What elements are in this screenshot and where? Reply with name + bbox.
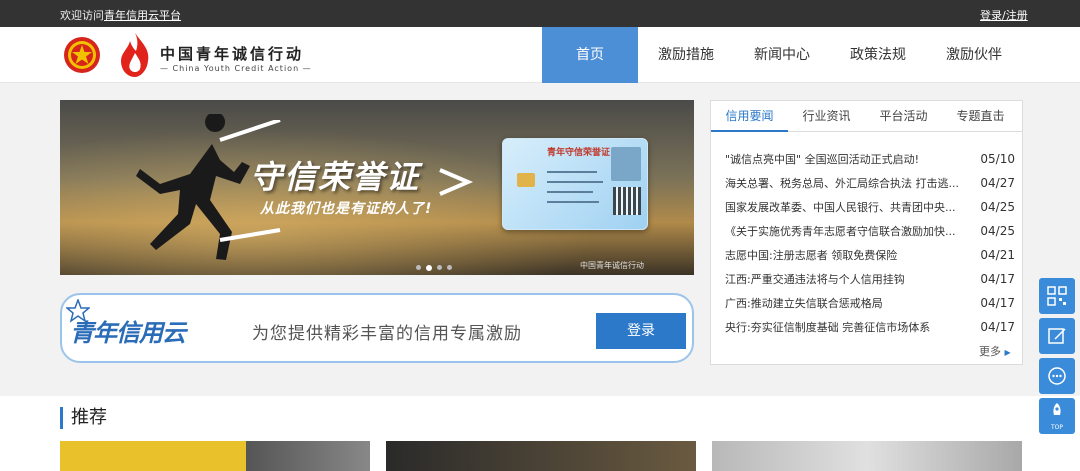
banner-subtitle: 从此我们也是有证的人了! — [260, 201, 433, 217]
list-item[interactable]: 广西:推动建立失信联合惩戒格局 04/17 — [725, 291, 1015, 315]
welcome-prefix: 欢迎访问 — [60, 9, 104, 22]
main-nav: 首页 激励措施 新闻中心 政策法规 激励伙伴 — [542, 27, 1022, 83]
list-item[interactable]: 央行:夯实征信制度基础 完善征信市场体系 04/17 — [725, 315, 1015, 339]
banner-carousel[interactable]: 守信荣誉证 从此我们也是有证的人了! 青年守信荣誉证 中国青年诚信行动 — [60, 100, 694, 275]
news-title[interactable]: 《关于实施优秀青年志愿者守信联合激励加快... — [725, 223, 971, 239]
top-label: TOP — [1050, 424, 1063, 431]
news-tabs: 信用要闻 行业资讯 平台活动 专题直击 — [711, 101, 1022, 132]
news-date: 04/25 — [980, 224, 1015, 238]
recommend-thumb[interactable] — [60, 441, 370, 471]
recommend-thumb[interactable] — [386, 441, 696, 471]
customer-service-tool-button[interactable] — [1039, 358, 1075, 394]
news-title[interactable]: 国家发展改革委、中国人民银行、共青团中央... — [725, 199, 971, 215]
carousel-dot[interactable] — [416, 265, 421, 270]
card-line — [547, 191, 593, 193]
platform-link[interactable]: 青年信用云平台 — [104, 9, 181, 22]
login-button[interactable]: 登录 — [596, 313, 686, 349]
nav-news-center[interactable]: 新闻中心 — [734, 27, 830, 83]
list-item[interactable]: "诚信点亮中国" 全国巡回活动正式启动! 05/10 — [725, 147, 1015, 171]
chat-icon — [1048, 367, 1066, 385]
triangle-right-icon: ▶ — [1004, 348, 1011, 357]
nav-partners[interactable]: 激励伙伴 — [926, 27, 1022, 83]
nav-home[interactable]: 首页 — [542, 27, 638, 83]
more-link[interactable]: 更多 ▶ — [979, 343, 1011, 359]
news-date: 04/21 — [980, 248, 1015, 262]
card-line — [547, 171, 597, 173]
honor-card-title: 青年守信荣誉证 — [547, 148, 611, 158]
news-date: 04/17 — [980, 272, 1015, 286]
tab-industry-info[interactable]: 行业资讯 — [788, 101, 865, 132]
nav-policies[interactable]: 政策法规 — [830, 27, 926, 83]
welcome-text: 欢迎访问青年信用云平台 — [60, 7, 181, 23]
site-header: 中国青年诚信行动 — China Youth Credit Action — 首… — [0, 27, 1080, 83]
carousel-dot-active[interactable] — [426, 264, 432, 271]
edit-icon — [1048, 328, 1066, 344]
tab-credit-news[interactable]: 信用要闻 — [711, 101, 788, 132]
credit-cloud-bar: 青年信用云 为您提供精彩丰富的信用专属激励 登录 — [60, 293, 694, 363]
banner-caption: 中国青年诚信行动 — [580, 261, 644, 270]
qr-code-icon — [613, 187, 641, 215]
list-item[interactable]: 《关于实施优秀青年志愿者守信联合激励加快... 04/25 — [725, 219, 1015, 243]
news-title[interactable]: 志愿中国:注册志愿者 领取免费保险 — [725, 247, 971, 263]
tab-special-topics[interactable]: 专题直击 — [942, 101, 1019, 132]
news-date: 04/27 — [980, 176, 1015, 190]
flame-logo-icon[interactable] — [116, 31, 154, 79]
recommend-thumb[interactable] — [712, 441, 1022, 471]
list-item[interactable]: 国家发展改革委、中国人民银行、共青团中央... 04/25 — [725, 195, 1015, 219]
nav-incentives[interactable]: 激励措施 — [638, 27, 734, 83]
news-title[interactable]: "诚信点亮中国" 全国巡回活动正式启动! — [725, 151, 971, 167]
qr-code-icon — [1047, 286, 1067, 306]
list-item[interactable]: 海关总署、税务总局、外汇局综合执法 打击逃... 04/27 — [725, 171, 1015, 195]
card-chip-icon — [517, 173, 535, 187]
card-line — [547, 181, 603, 183]
honor-card-image: 青年守信荣誉证 — [502, 138, 648, 230]
list-item[interactable]: 志愿中国:注册志愿者 领取免费保险 04/21 — [725, 243, 1015, 267]
recommend-heading: 推荐 — [60, 407, 107, 429]
news-date: 04/25 — [980, 200, 1015, 214]
feedback-tool-button[interactable] — [1039, 318, 1075, 354]
list-item[interactable]: 江西:严重交通违法将与个人信用挂钩 04/17 — [725, 267, 1015, 291]
back-to-top-button[interactable]: TOP — [1039, 398, 1075, 434]
card-photo — [611, 147, 641, 181]
brand-name-en: — China Youth Credit Action — — [160, 64, 312, 73]
more-label: 更多 — [979, 345, 1001, 358]
carousel-dot[interactable] — [447, 265, 452, 270]
credit-cloud-slogan: 为您提供精彩丰富的信用专属激励 — [252, 324, 522, 344]
brand-name-cn: 中国青年诚信行动 — [160, 45, 305, 63]
news-date: 05/10 — [980, 152, 1015, 166]
news-date: 04/17 — [980, 320, 1015, 334]
news-panel: 信用要闻 行业资讯 平台活动 专题直击 "诚信点亮中国" 全国巡回活动正式启动!… — [710, 100, 1023, 365]
carousel-dots — [416, 264, 452, 271]
banner-title: 守信荣誉证 — [250, 158, 421, 196]
news-list: "诚信点亮中国" 全国巡回活动正式启动! 05/10 海关总署、税务总局、外汇局… — [725, 147, 1015, 339]
news-title[interactable]: 江西:严重交通违法将与个人信用挂钩 — [725, 271, 971, 287]
rocket-icon — [1053, 403, 1061, 415]
qr-code-tool-button[interactable] — [1039, 278, 1075, 314]
credit-cloud-logo: 青年信用云 — [70, 319, 186, 347]
news-title[interactable]: 广西:推动建立失信联合惩戒格局 — [725, 295, 971, 311]
login-register-link[interactable]: 登录/注册 — [980, 7, 1028, 23]
youth-league-emblem-icon[interactable] — [62, 35, 102, 75]
card-line — [547, 201, 599, 203]
news-title[interactable]: 海关总署、税务总局、外汇局综合执法 打击逃... — [725, 175, 971, 191]
news-date: 04/17 — [980, 296, 1015, 310]
carousel-dot[interactable] — [437, 265, 442, 270]
tab-platform-activity[interactable]: 平台活动 — [865, 101, 942, 132]
top-bar: 欢迎访问青年信用云平台 登录/注册 — [0, 0, 1080, 27]
news-title[interactable]: 央行:夯实征信制度基础 完善征信市场体系 — [725, 319, 971, 335]
